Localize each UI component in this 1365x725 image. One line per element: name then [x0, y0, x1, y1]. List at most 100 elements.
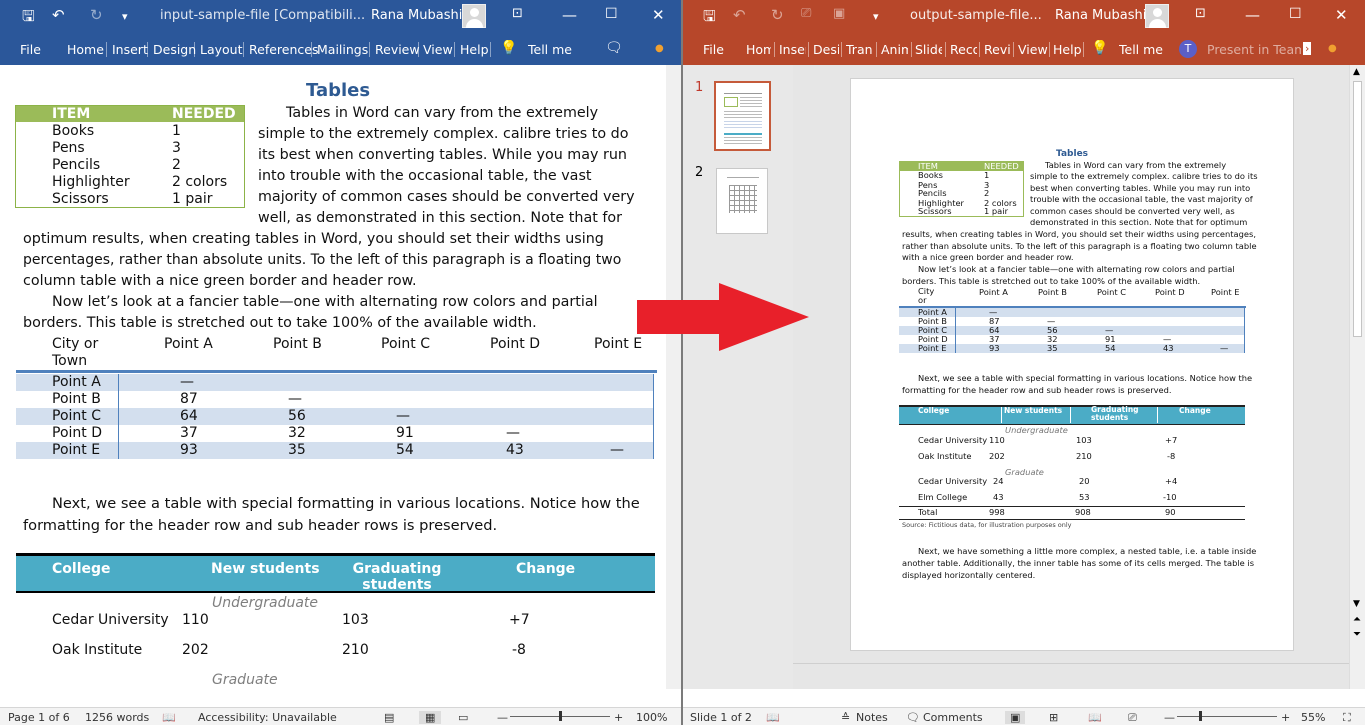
table-cell: 103 — [342, 612, 369, 628]
avatar[interactable] — [462, 4, 486, 28]
zoom-level[interactable]: 100% — [636, 711, 667, 724]
comments-button[interactable]: Comments — [923, 711, 983, 724]
notes-icon[interactable]: ≙ — [841, 711, 850, 724]
tab-file[interactable]: File — [703, 42, 724, 57]
slide-thumbnail-2[interactable] — [716, 168, 768, 234]
presentation-icon[interactable]: ⎚ — [801, 6, 811, 21]
zoom-slider[interactable] — [1177, 716, 1277, 717]
paragraph-line: Now let’s look at a fancier table—one wi… — [918, 264, 1235, 274]
tab-home[interactable]: Home — [746, 42, 771, 57]
tab-review[interactable]: Review — [375, 42, 420, 57]
page-count[interactable]: Page 1 of 6 — [8, 711, 70, 724]
word-count[interactable]: 1256 words — [85, 711, 149, 724]
tab-view[interactable]: View — [423, 42, 453, 57]
undo-icon[interactable]: ↶ — [733, 6, 746, 24]
maximize-icon[interactable]: ☐ — [605, 6, 618, 22]
tab-help[interactable]: Help — [460, 42, 489, 57]
shapes-icon[interactable]: ▣ — [833, 6, 845, 21]
previous-slide-icon[interactable]: ⏶ — [1353, 614, 1361, 625]
present-in-teams-button[interactable]: Present in Teams — [1207, 42, 1301, 57]
comments-icon[interactable]: 🗨 — [605, 40, 623, 56]
focus-icon[interactable]: ▤ — [384, 711, 394, 724]
maximize-icon[interactable]: ☐ — [1289, 6, 1302, 22]
user-name[interactable]: Rana Mubashir — [1055, 8, 1152, 23]
document-page[interactable]: Tables ITEM NEEDED Books 1 Pens 3 Pencil… — [0, 65, 666, 689]
normal-view-icon[interactable]: ▣ — [1005, 711, 1026, 724]
avatar[interactable] — [1145, 4, 1169, 28]
save-icon[interactable]: 🖫 — [703, 6, 716, 31]
scroll-down-icon[interactable]: ▼ — [1353, 599, 1360, 609]
notes-button[interactable]: Notes — [856, 711, 888, 724]
fit-slide-icon[interactable]: ⛶ — [1343, 711, 1351, 725]
table-cell: 64 — [180, 408, 198, 424]
table-header-cell: Point D — [490, 336, 540, 352]
ribbon-display-icon[interactable]: ⊡ — [1195, 6, 1206, 21]
slide-editing-area[interactable]: Tables ITEM NEEDED Books 1 Pens 3 Pencil… — [793, 65, 1349, 689]
save-icon[interactable]: 🖫 — [22, 6, 35, 31]
customize-qat-icon[interactable]: ▾ — [873, 10, 879, 23]
comment-icon[interactable]: 🗨 — [906, 711, 920, 724]
tell-me-search[interactable]: Tell me — [528, 42, 572, 57]
zoom-out-icon[interactable]: — — [1164, 711, 1175, 724]
redo-icon[interactable]: ↻ — [90, 6, 103, 24]
notes-divider[interactable] — [793, 663, 1349, 664]
tab-insert[interactable]: Insert — [779, 42, 806, 57]
tab-slide-show[interactable]: Slide Show — [915, 42, 942, 57]
zoom-slider-thumb[interactable] — [1199, 711, 1202, 721]
tab-insert[interactable]: Insert — [112, 42, 148, 57]
table-cell: 43 — [993, 492, 1004, 502]
tab-mailings[interactable]: Mailings — [317, 42, 368, 57]
slideshow-icon[interactable]: ⎚ — [1128, 711, 1137, 725]
table-header-cell: College — [918, 406, 950, 415]
minimize-icon[interactable]: — — [1245, 6, 1260, 24]
minimize-icon[interactable]: — — [562, 6, 577, 24]
reading-view-icon[interactable]: 📖 — [1088, 711, 1102, 724]
tell-me-search[interactable]: Tell me — [1119, 42, 1163, 57]
spelling-icon[interactable]: 📖 — [766, 711, 780, 724]
scroll-thumb[interactable] — [1353, 81, 1362, 337]
paragraph-line: formatting for the header row and sub he… — [23, 517, 498, 534]
tab-review[interactable]: Review — [984, 42, 1011, 57]
tab-view[interactable]: View — [1018, 42, 1048, 57]
proofing-icon[interactable]: 📖 — [162, 711, 176, 724]
tab-animations[interactable]: Animations — [881, 42, 908, 57]
tab-transitions[interactable]: Transitions — [846, 42, 873, 57]
zoom-out-icon[interactable]: — — [497, 711, 508, 724]
tab-help[interactable]: Help — [1053, 42, 1082, 57]
tab-home[interactable]: Home — [67, 42, 104, 57]
tab-file[interactable]: File — [20, 42, 41, 57]
web-layout-icon[interactable]: ▭ — [458, 711, 468, 724]
next-slide-icon[interactable]: ⏷ — [1353, 629, 1361, 640]
tab-layout[interactable]: Layout — [200, 42, 243, 57]
chevron-right-icon[interactable]: › — [1303, 42, 1312, 55]
tab-references[interactable]: References — [249, 42, 318, 57]
close-icon[interactable]: ✕ — [1335, 6, 1348, 24]
zoom-level[interactable]: 55% — [1301, 711, 1325, 724]
teams-icon[interactable]: T — [1179, 40, 1197, 58]
word-ribbon-tabs: File Home Insert Design Layout Reference… — [0, 34, 682, 65]
close-icon[interactable]: ✕ — [652, 6, 665, 24]
customize-qat-icon[interactable]: ▾ — [122, 10, 128, 23]
scroll-up-icon[interactable]: ▲ — [1353, 67, 1360, 77]
redo-icon[interactable]: ↻ — [771, 6, 784, 24]
ribbon-display-icon[interactable]: ⊡ — [512, 6, 523, 21]
tab-design[interactable]: Design — [813, 42, 839, 57]
zoom-slider-thumb[interactable] — [559, 711, 562, 721]
tab-record[interactable]: Record — [950, 42, 977, 57]
slide-canvas[interactable]: Tables ITEM NEEDED Books 1 Pens 3 Pencil… — [850, 78, 1294, 651]
source-note: Source: Fictitious data, for illustratio… — [902, 521, 1072, 529]
slide-count[interactable]: Slide 1 of 2 — [690, 711, 752, 724]
slide-sorter-icon[interactable]: ⊞ — [1049, 711, 1058, 724]
zoom-in-icon[interactable]: + — [614, 711, 623, 724]
tab-design[interactable]: Design — [153, 42, 196, 57]
zoom-in-icon[interactable]: + — [1281, 711, 1290, 724]
accessibility-status[interactable]: Accessibility: Unavailable — [198, 711, 337, 724]
undo-icon[interactable]: ↶ — [52, 6, 65, 24]
slide-thumbnail-1[interactable] — [714, 81, 771, 151]
vertical-scrollbar[interactable] — [666, 65, 682, 689]
table-cell: -8 — [1167, 451, 1176, 461]
user-name[interactable]: Rana Mubashir — [371, 8, 468, 23]
paragraph-line: formatting for the header row and sub he… — [902, 385, 1172, 395]
print-layout-icon[interactable]: ▦ — [419, 711, 442, 724]
vertical-scrollbar[interactable]: ▲ ▼ ⏶ ⏷ — [1349, 65, 1365, 689]
